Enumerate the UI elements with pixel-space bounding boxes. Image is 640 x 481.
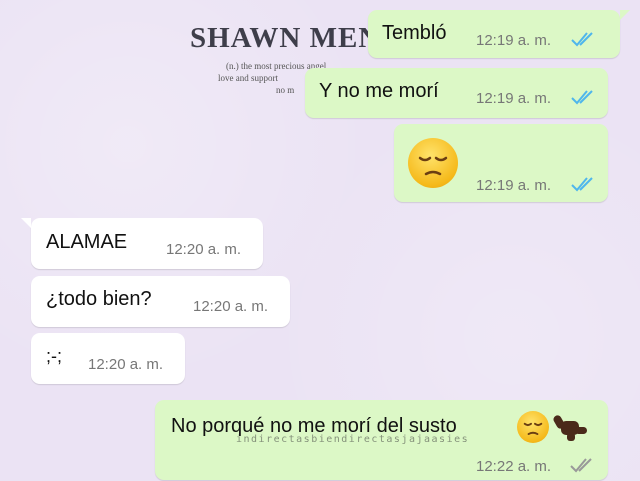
message-time: 12:19 a. m. [476,32,552,49]
bubble-tail [620,10,630,20]
message-text: Tembló [382,22,447,44]
message-time: 12:19 a. m. [476,177,552,194]
bubble-tail [21,218,31,228]
message-bubble-outgoing[interactable]: 12:19 a. m. [394,124,608,202]
wallpaper-title: SHAWN MEN [190,22,381,54]
message-bubble-outgoing[interactable]: Tembló 12:19 a. m. [368,10,620,58]
pensive-face-icon [408,138,458,188]
wallpaper-line: love and support [218,73,278,83]
watermark-text: indirectasbiendirectasjajaasies [236,434,470,445]
message-text: ALAMAE [46,231,128,253]
message-time: 12:20 a. m. [193,298,269,315]
read-receipt-icon [571,32,593,47]
message-bubble-outgoing[interactable]: Y no me morí 12:19 a. m. [305,68,608,118]
message-bubble-incoming[interactable]: ;-; 12:20 a. m. [31,333,185,384]
message-time: 12:20 a. m. [88,356,164,373]
wallpaper-text: SHAWN MEN (n.) the most precious angel l… [190,22,390,95]
message-text: Y no me morí [319,80,439,102]
pensive-face-icon [517,411,549,443]
call-me-hand-icon [553,415,587,441]
message-text: ;-; [46,346,62,366]
message-time: 12:22 a. m. [476,458,552,475]
read-receipt-icon [571,177,593,192]
message-bubble-incoming[interactable]: ¿todo bien? 12:20 a. m. [31,276,290,327]
read-receipt-icon [571,90,593,105]
message-bubble-incoming[interactable]: ALAMAE 12:20 a. m. [31,218,263,269]
message-text: ¿todo bien? [46,288,152,310]
message-time: 12:19 a. m. [476,90,552,107]
message-time: 12:20 a. m. [166,241,242,258]
wallpaper-line: no m [276,85,295,95]
delivered-receipt-icon [570,458,592,473]
